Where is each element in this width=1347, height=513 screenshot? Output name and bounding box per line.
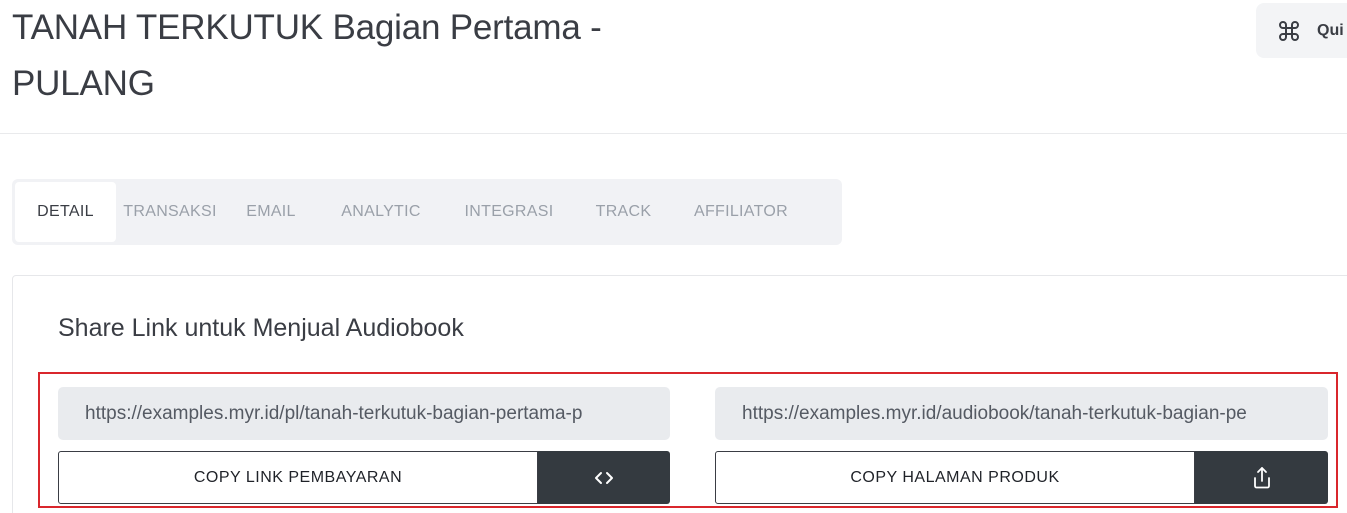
page-title: TANAH TERKUTUK Bagian Pertama - PULANG xyxy=(12,8,602,103)
tab-email[interactable]: EMAIL xyxy=(224,182,318,242)
code-icon xyxy=(595,471,613,484)
quick-search-button[interactable]: Qui xyxy=(1256,3,1347,58)
product-link-field[interactable]: https://examples.myr.id/audiobook/tanah-… xyxy=(715,387,1328,440)
copy-payment-link-button[interactable]: COPY LINK PEMBAYARAN xyxy=(58,451,538,504)
payment-link-field[interactable]: https://examples.myr.id/pl/tanah-terkutu… xyxy=(58,387,670,440)
share-card-title: Share Link untuk Menjual Audiobook xyxy=(58,314,464,342)
tab-affiliator[interactable]: AFFILIATOR xyxy=(673,182,809,242)
embed-code-button[interactable] xyxy=(538,451,670,504)
tab-integrasi[interactable]: INTEGRASI xyxy=(444,182,574,242)
product-link-actions: COPY HALAMAN PRODUK xyxy=(715,451,1328,504)
command-icon xyxy=(1279,20,1299,41)
payment-link-url: https://examples.myr.id/pl/tanah-terkutu… xyxy=(85,402,583,424)
tab-bar: DETAIL TRANSAKSI EMAIL ANALYTIC INTEGRAS… xyxy=(12,179,842,245)
copy-product-page-button[interactable]: COPY HALAMAN PRODUK xyxy=(715,451,1195,504)
share-icon xyxy=(1253,466,1270,488)
share-product-button[interactable] xyxy=(1195,451,1328,504)
tab-track[interactable]: TRACK xyxy=(574,182,673,242)
header-divider xyxy=(0,133,1347,134)
tab-detail[interactable]: DETAIL xyxy=(15,182,116,242)
quick-search-label: Qui xyxy=(1317,21,1344,39)
page: TANAH TERKUTUK Bagian Pertama - PULANG Q… xyxy=(0,0,1347,513)
payment-link-actions: COPY LINK PEMBAYARAN xyxy=(58,451,670,504)
tab-analytic[interactable]: ANALYTIC xyxy=(318,182,444,242)
product-link-url: https://examples.myr.id/audiobook/tanah-… xyxy=(742,402,1247,424)
tab-transaksi[interactable]: TRANSAKSI xyxy=(116,182,224,242)
